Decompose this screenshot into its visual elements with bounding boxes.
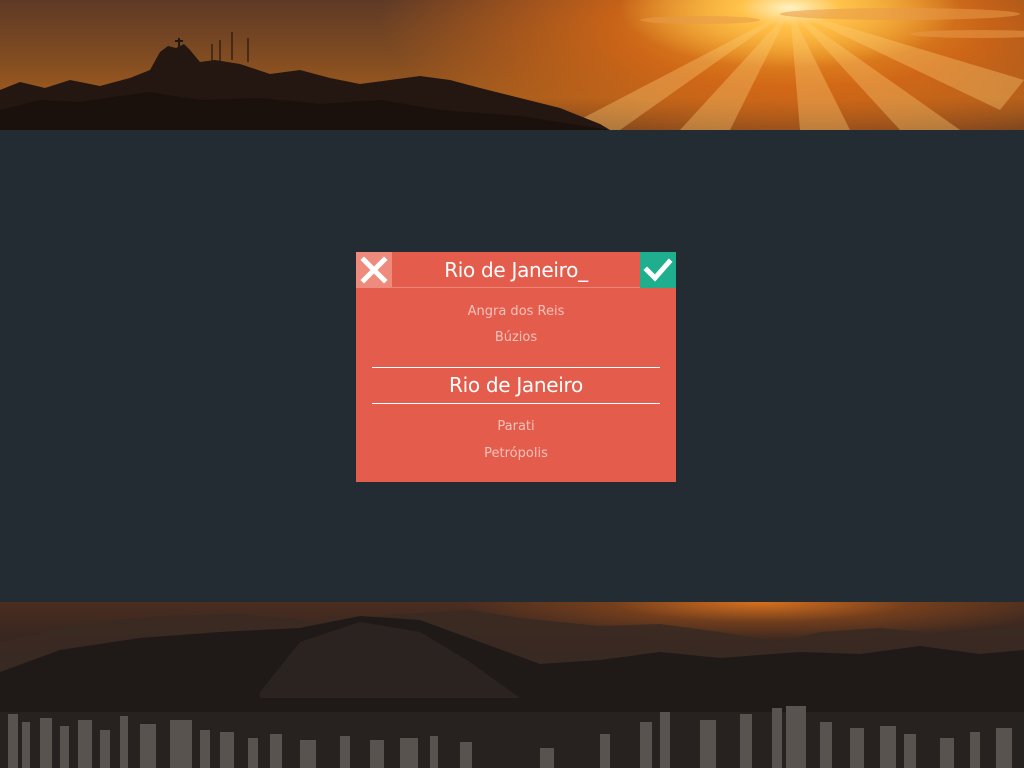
city-picker-wheel[interactable]: Angra dos Reis Búzios Rio de Janeiro Par… [356,288,676,482]
checkmark-icon [643,258,673,282]
selection-divider-bottom [372,403,660,404]
confirm-button[interactable] [640,252,676,288]
dialog-header: Rio de Janeiro_ [356,252,676,288]
sunset-photo-art [0,8,1024,130]
picker-option[interactable]: Petrópolis [356,446,676,461]
selection-divider-top [372,367,660,368]
footer-photo-city [0,602,1024,768]
picker-selected-option[interactable]: Rio de Janeiro [356,373,676,397]
city-picker-dialog: Rio de Janeiro_ Angra dos Reis Búzios Ri… [356,252,676,482]
header-photo-sunset [0,0,1024,130]
picker-option[interactable]: Angra dos Reis [356,304,676,319]
picker-option[interactable]: Búzios [356,330,676,345]
cancel-button[interactable] [356,252,392,288]
search-field[interactable]: Rio de Janeiro_ [392,252,640,288]
city-photo-art [0,610,1024,768]
search-input[interactable]: Rio de Janeiro_ [444,258,588,282]
close-icon [360,256,388,284]
picker-option[interactable]: Parati [356,419,676,434]
